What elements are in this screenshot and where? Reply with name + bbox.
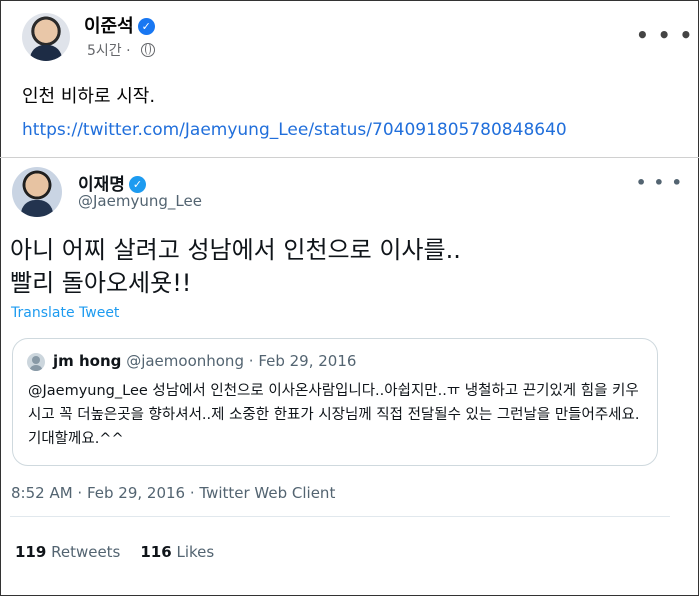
post-meta: 5시간 · xyxy=(87,40,156,60)
post-text: 인천 비하로 시작. xyxy=(22,86,156,107)
author-avatar[interactable] xyxy=(22,13,70,61)
tweet-author-avatar[interactable] xyxy=(12,167,62,217)
translate-tweet-link[interactable]: Translate Tweet xyxy=(11,305,119,321)
tweet-stats: 119 Retweets 116 Likes xyxy=(15,543,214,561)
tweet-text: 아니 어찌 살려고 성남에서 인천으로 이사를.. 빨리 돌아오세욧!! xyxy=(10,234,670,300)
retweets-label: Retweets xyxy=(51,543,121,561)
quoted-author-handle[interactable]: @jaemoonhong xyxy=(126,352,244,370)
post-link[interactable]: https://twitter.com/Jaemyung_Lee/status/… xyxy=(22,120,567,140)
retweets-stat[interactable]: 119 Retweets xyxy=(15,543,120,561)
likes-count: 116 xyxy=(140,543,172,561)
retweets-count: 119 xyxy=(15,543,47,561)
post-separator: · xyxy=(126,43,131,59)
quoted-date[interactable]: Feb 29, 2016 xyxy=(258,352,356,370)
tweet-timestamp[interactable]: 8:52 AM · Feb 29, 2016 · Twitter Web Cli… xyxy=(11,484,335,502)
verified-badge-icon: ✓ xyxy=(128,176,146,193)
tweet-author-handle[interactable]: @Jaemyung_Lee xyxy=(78,192,202,210)
quoted-author-name[interactable]: jm hong xyxy=(53,352,121,370)
likes-label: Likes xyxy=(176,543,215,561)
verified-badge-icon: ✓ xyxy=(137,18,155,35)
tweet-text-line-1: 아니 어찌 살려고 성남에서 인천으로 이사를.. xyxy=(10,236,461,264)
quoted-separator: · xyxy=(248,352,254,370)
more-options-icon[interactable]: • • • xyxy=(636,173,683,192)
globe-icon xyxy=(141,43,156,57)
quoted-tweet[interactable]: jm hong @jaemoonhong · Feb 29, 2016 @Jae… xyxy=(12,338,658,466)
default-avatar-icon xyxy=(27,353,45,371)
divider xyxy=(10,516,670,517)
post-author[interactable]: 이준석 ✓ xyxy=(84,12,155,38)
quoted-tweet-header: jm hong @jaemoonhong · Feb 29, 2016 xyxy=(53,352,356,370)
quoted-tweet-text: @Jaemyung_Lee 성남에서 인천으로 이사온사람입니다..아쉽지만..… xyxy=(28,383,640,447)
tweet-text-line-2: 빨리 돌아오세욧!! xyxy=(10,269,192,297)
likes-stat[interactable]: 116 Likes xyxy=(140,543,214,561)
more-options-icon[interactable]: • • • xyxy=(636,25,693,45)
post-author-name[interactable]: 이준석 xyxy=(84,16,134,37)
divider xyxy=(0,157,699,158)
post-time[interactable]: 5시간 xyxy=(87,43,122,59)
